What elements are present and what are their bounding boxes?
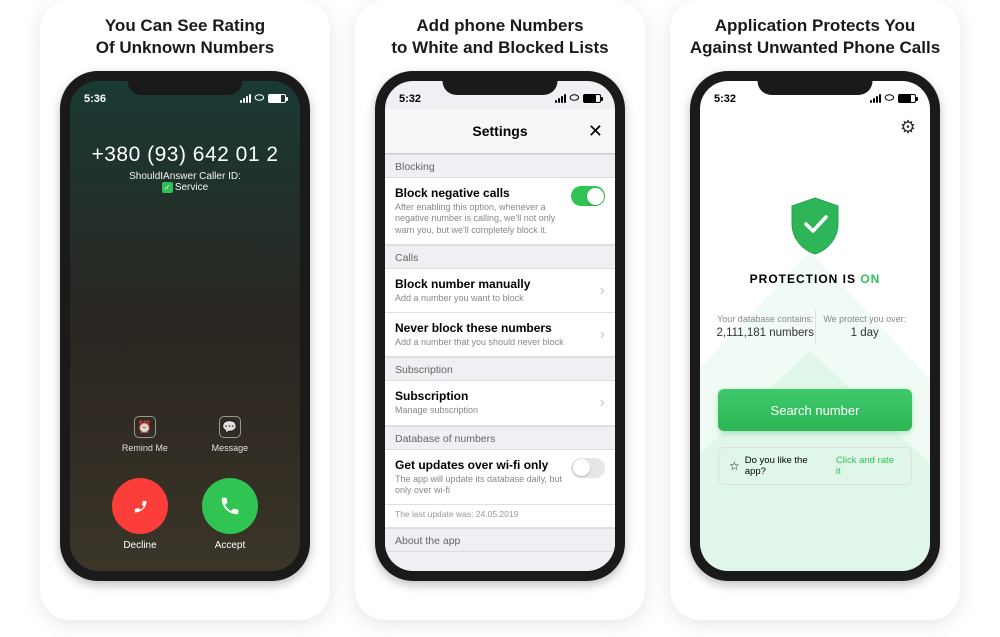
card-title: Add phone Numbersto White and Blocked Li…	[391, 15, 608, 59]
phone-notch	[443, 71, 558, 95]
stat-duration: We protect you over: 1 day	[815, 310, 915, 343]
alarm-icon: ⏰	[134, 416, 156, 438]
row-title: Never block these numbers	[395, 321, 605, 335]
row-title: Subscription	[395, 389, 605, 403]
decline-label: Decline	[123, 540, 156, 551]
last-update-text: The last update was: 24.05.2019	[385, 505, 615, 528]
decline-button[interactable]: Decline	[112, 478, 168, 551]
card-protection: Application Protects YouAgainst Unwanted…	[670, 0, 960, 620]
accept-button[interactable]: Accept	[202, 478, 258, 551]
remind-me-button[interactable]: ⏰ Remind Me	[122, 416, 168, 453]
row-desc: Add a number you want to block	[395, 293, 565, 304]
phone-frame: 5:32 ⬭ ⚙	[690, 71, 940, 581]
clock: 5:36	[84, 93, 106, 105]
caller-id-line: ShouldIAnswer Caller ID: ✓Service	[70, 171, 300, 193]
search-button-label: Search number	[771, 403, 860, 418]
status-icons: ⬭	[240, 92, 286, 105]
row-desc: Manage subscription	[395, 405, 565, 416]
rate-app-bar[interactable]: ☆ Do you like the app? Click and rate it	[718, 447, 912, 485]
wifi-icon: ⬭	[255, 92, 264, 105]
signal-icon	[555, 94, 566, 103]
stat-database: Your database contains: 2,111,181 number…	[716, 310, 815, 343]
message-icon: 💬	[219, 416, 241, 438]
shield-icon	[788, 196, 842, 256]
chevron-right-icon: ›	[600, 282, 605, 300]
close-icon[interactable]: ✕	[588, 121, 603, 142]
chevron-right-icon: ›	[600, 326, 605, 344]
row-subscription[interactable]: Subscription Manage subscription ›	[385, 381, 615, 425]
phone-icon	[219, 495, 241, 517]
section-about: About the app	[385, 528, 615, 552]
phone-frame: 5:36 ⬭ +380 (93) 642 01 2 ShouldIAnswer …	[60, 71, 310, 581]
phone-number: +380 (93) 642 01 2	[70, 143, 300, 167]
row-desc: The app will update its database daily, …	[395, 474, 565, 497]
check-icon: ✓	[162, 182, 173, 193]
phone-notch	[758, 71, 873, 95]
accept-label: Accept	[215, 540, 246, 551]
search-number-button[interactable]: Search number	[718, 389, 912, 431]
battery-icon	[583, 94, 601, 103]
stat-value: 2,111,181 numbers	[716, 327, 815, 339]
battery-icon	[268, 94, 286, 103]
row-desc: Add a number that you should never block	[395, 337, 565, 348]
signal-icon	[240, 94, 251, 103]
row-block-manually[interactable]: Block number manually Add a number you w…	[385, 269, 615, 313]
rate-question: Do you like the app?	[745, 455, 831, 477]
row-never-block[interactable]: Never block these numbers Add a number t…	[385, 313, 615, 357]
clock: 5:32	[399, 93, 421, 105]
message-label: Message	[212, 443, 249, 453]
wifi-icon: ⬭	[570, 92, 579, 105]
card-title: Application Protects YouAgainst Unwanted…	[690, 15, 940, 59]
message-button[interactable]: 💬 Message	[212, 416, 249, 453]
toggle-wifi-only[interactable]	[571, 458, 605, 478]
settings-screen: Settings ✕ Blocking Block negative calls…	[385, 81, 615, 571]
wifi-icon: ⬭	[885, 92, 894, 105]
row-desc: After enabling this option, whenever a n…	[395, 202, 565, 236]
section-blocking: Blocking	[385, 154, 615, 178]
clock: 5:32	[714, 93, 736, 105]
section-subscription: Subscription	[385, 357, 615, 381]
card-settings: Add phone Numbersto White and Blocked Li…	[355, 0, 645, 620]
stat-label: Your database contains:	[716, 314, 815, 324]
protection-screen: ⚙ PROTECTION IS ON Your database contain…	[700, 81, 930, 571]
toggle-block-negative[interactable]	[571, 186, 605, 206]
signal-icon	[870, 94, 881, 103]
settings-title: Settings	[472, 123, 527, 139]
card-caller-id: You Can See RatingOf Unknown Numbers 5:3…	[40, 0, 330, 620]
status-icons: ⬭	[870, 92, 916, 105]
star-icon: ☆	[729, 459, 740, 473]
phone-down-icon	[129, 495, 151, 517]
settings-header: Settings ✕	[385, 109, 615, 154]
phone-notch	[128, 71, 243, 95]
status-icons: ⬭	[555, 92, 601, 105]
rate-link[interactable]: Click and rate it	[836, 455, 901, 477]
card-title: You Can See RatingOf Unknown Numbers	[96, 15, 275, 59]
phone-frame: 5:32 ⬭ Settings ✕ Blocking Block negativ…	[375, 71, 625, 581]
remind-label: Remind Me	[122, 443, 168, 453]
stat-value: 1 day	[816, 327, 915, 339]
row-block-negative[interactable]: Block negative calls After enabling this…	[385, 178, 615, 245]
stat-label: We protect you over:	[816, 314, 915, 324]
row-title: Block number manually	[395, 277, 605, 291]
gear-icon[interactable]: ⚙	[900, 117, 916, 138]
protection-status: PROTECTION IS ON	[700, 272, 930, 286]
section-calls: Calls	[385, 245, 615, 269]
incoming-call-screen: +380 (93) 642 01 2 ShouldIAnswer Caller …	[70, 81, 300, 571]
row-wifi-updates[interactable]: Get updates over wi-fi only The app will…	[385, 450, 615, 506]
chevron-right-icon: ›	[600, 394, 605, 412]
battery-icon	[898, 94, 916, 103]
section-database: Database of numbers	[385, 426, 615, 450]
